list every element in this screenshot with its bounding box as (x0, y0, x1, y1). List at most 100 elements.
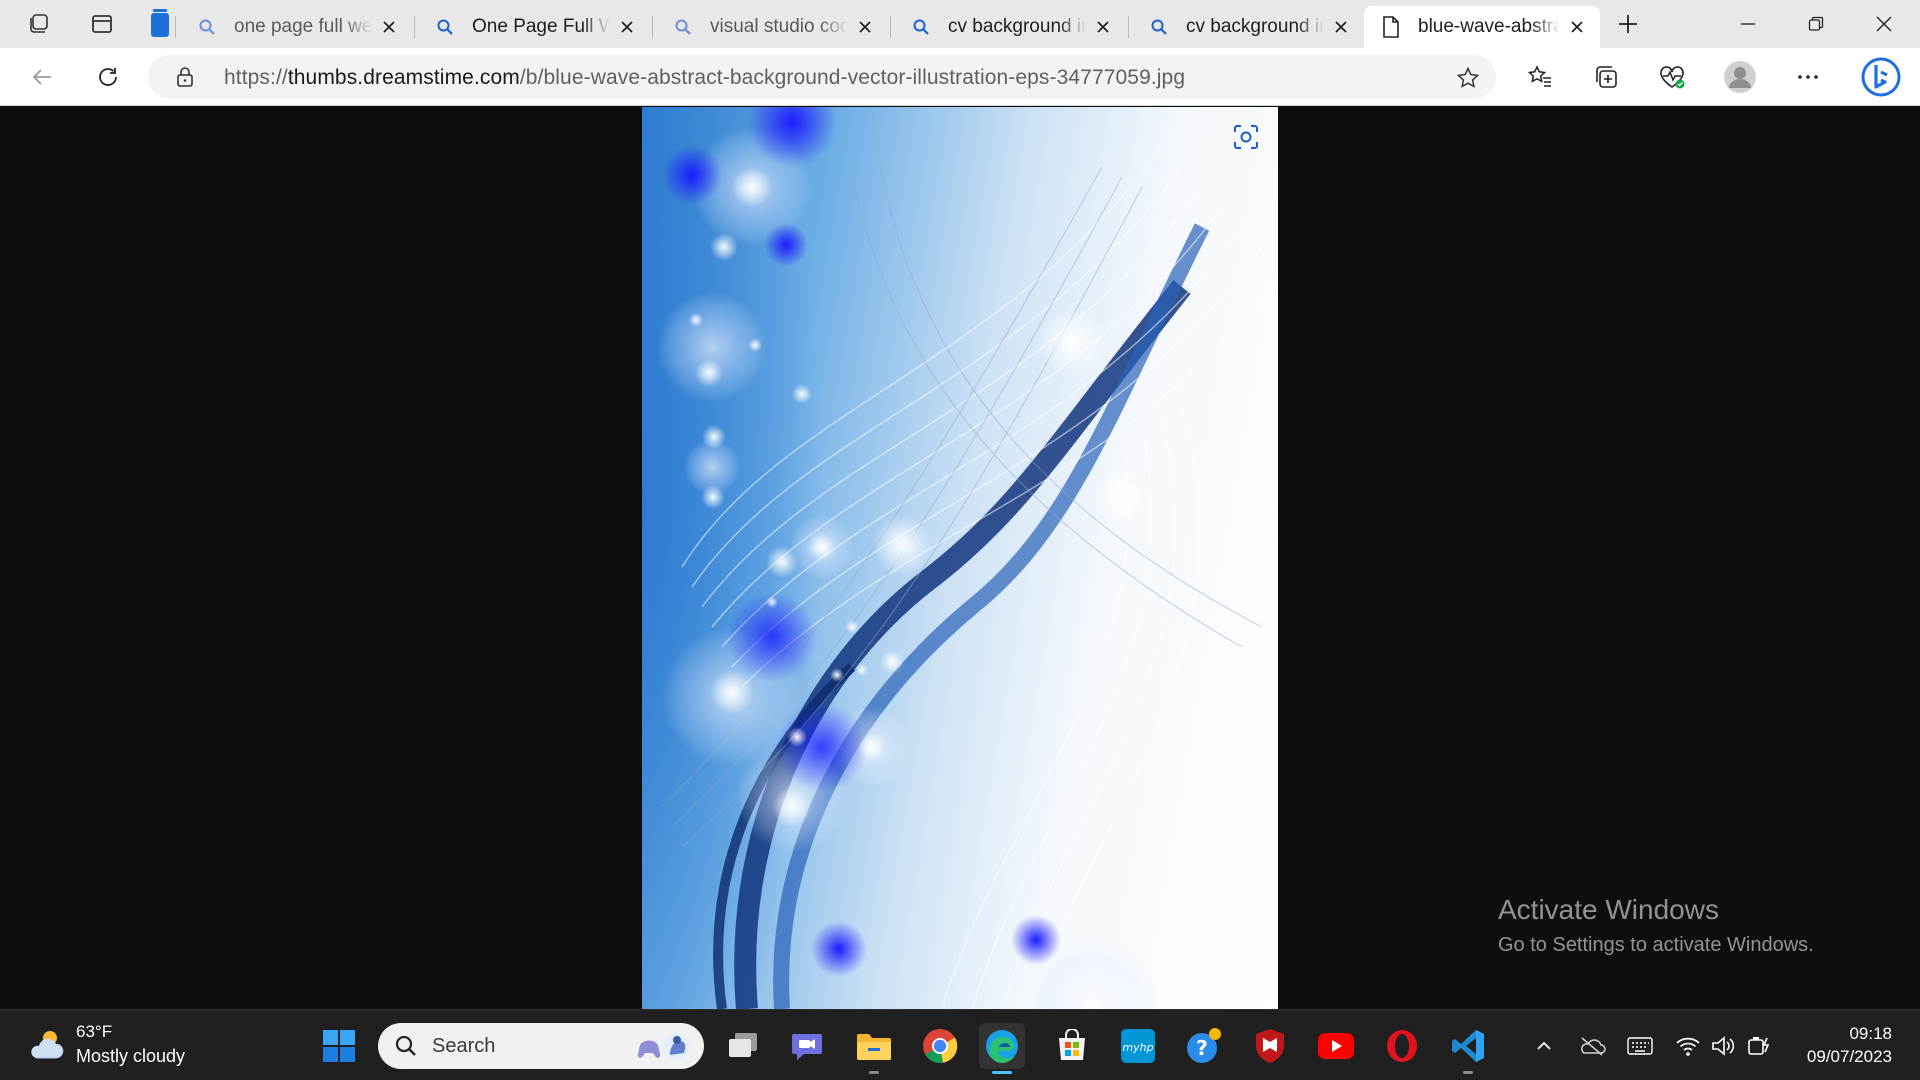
tab-2[interactable]: One Page Full We (418, 6, 650, 48)
workspaces-icon (30, 14, 48, 33)
browser-toolbar: https://thumbs.dreamstime.com/b/blue-wav… (0, 48, 1920, 106)
taskbar-youtube[interactable] (1313, 1023, 1359, 1069)
favorites-button[interactable] (1520, 57, 1560, 97)
favorites-icon (1527, 65, 1551, 87)
vscode-icon (1452, 1030, 1484, 1062)
volume-tray[interactable] (1708, 1030, 1740, 1062)
profile-button[interactable] (1720, 57, 1760, 97)
store-icon (1059, 1029, 1085, 1060)
watermark-subtitle: Go to Settings to activate Windows. (1498, 934, 1814, 956)
page-icon (1383, 16, 1399, 38)
minimize-icon (1741, 23, 1755, 25)
tab-title: visual studio code (710, 16, 848, 37)
search-label: Search (432, 1035, 496, 1057)
search-icon (395, 1035, 416, 1056)
myhp-icon: myhp (1121, 1029, 1155, 1063)
close-tab-button[interactable] (616, 16, 638, 38)
tab-1[interactable]: one page full web (180, 6, 412, 48)
tab-3[interactable]: visual studio code (656, 6, 888, 48)
close-tab-button[interactable] (854, 16, 876, 38)
close-tab-button[interactable] (1092, 16, 1114, 38)
search-highlight-icon (637, 1033, 690, 1061)
wifi-icon (1676, 1037, 1700, 1056)
search-icon (675, 19, 691, 35)
speaker-icon (1712, 1036, 1735, 1056)
close-icon (621, 21, 633, 33)
taskbar-teams-chat[interactable] (784, 1023, 830, 1069)
close-window-button[interactable] (1850, 0, 1918, 48)
more-dots-icon (1798, 75, 1818, 79)
svg-text:?: ? (1196, 1036, 1208, 1060)
lock-icon[interactable] (174, 66, 196, 88)
visual-search-button[interactable] (1230, 121, 1262, 153)
onedrive-tray[interactable] (1576, 1030, 1608, 1062)
back-arrow-icon (32, 69, 51, 85)
activate-windows-watermark: Activate Windows Go to Settings to activ… (1498, 894, 1814, 957)
workspaces-button[interactable] (18, 8, 58, 40)
minimize-button[interactable] (1714, 0, 1782, 48)
new-tab-button[interactable] (1608, 8, 1648, 40)
url-text[interactable]: https://thumbs.dreamstime.com/b/blue-wav… (224, 66, 1185, 90)
back-button[interactable] (22, 57, 62, 97)
collections-button[interactable] (1586, 57, 1626, 97)
clock-date: 09/07/2023 (1806, 1047, 1892, 1066)
browser-essentials-button[interactable] (1652, 57, 1692, 97)
url-scheme: https:// (224, 66, 288, 89)
close-tab-button[interactable] (1566, 16, 1588, 38)
taskbar: 63°F Mostly cloudy Search myhp ? 09:18 0… (0, 1009, 1920, 1080)
tab-title: One Page Full We (472, 16, 610, 37)
page-viewport: Activate Windows Go to Settings to activ… (0, 107, 1920, 1009)
start-button[interactable] (316, 1023, 362, 1069)
taskbar-opera[interactable] (1379, 1023, 1425, 1069)
favorite-star-icon[interactable] (1456, 66, 1480, 90)
close-tab-button[interactable] (378, 16, 400, 38)
close-icon (1571, 21, 1583, 33)
touch-keyboard-tray[interactable] (1624, 1030, 1656, 1062)
pinned-app-icon (151, 9, 169, 37)
refresh-icon (99, 68, 117, 86)
taskbar-vscode[interactable] (1445, 1023, 1491, 1074)
chrome-icon (923, 1029, 958, 1063)
clock[interactable]: 09:18 09/07/2023 (1807, 1022, 1892, 1068)
wave-artwork (657, 107, 1278, 1009)
close-icon (1876, 16, 1892, 32)
bing-copilot-button[interactable] (1858, 54, 1904, 100)
battery-tray[interactable] (1744, 1030, 1776, 1062)
tab-5[interactable]: cv background im (1132, 6, 1364, 48)
close-tab-button[interactable] (1330, 16, 1352, 38)
blue-wave-abstract-image (642, 107, 1278, 1009)
weather-widget[interactable]: 63°F Mostly cloudy (26, 1022, 185, 1067)
settings-more-button[interactable] (1788, 57, 1828, 97)
tab-actions-button[interactable] (82, 8, 122, 40)
restore-icon (1808, 16, 1824, 31)
weather-condition: Mostly cloudy (76, 1046, 186, 1066)
chat-icon (792, 1034, 822, 1060)
taskbar-chrome[interactable] (917, 1023, 963, 1069)
cloud-sun-icon (31, 1030, 64, 1058)
taskbar-myhp[interactable]: myhp (1115, 1023, 1161, 1069)
search-icon (1151, 19, 1167, 35)
chevron-up-icon (1537, 1041, 1551, 1050)
show-hidden-icons-button[interactable] (1528, 1030, 1560, 1062)
address-bar[interactable]: https://thumbs.dreamstime.com/b/blue-wav… (148, 55, 1496, 99)
tab-4[interactable]: cv background im (894, 6, 1126, 48)
wifi-tray[interactable] (1672, 1030, 1704, 1062)
refresh-button[interactable] (88, 57, 128, 97)
tab-title: cv background im (948, 16, 1086, 37)
taskbar-microsoft-store[interactable] (1049, 1023, 1095, 1069)
taskbar-mcafee[interactable] (1247, 1023, 1293, 1069)
taskbar-get-help[interactable]: ? (1181, 1023, 1227, 1069)
plus-icon (1619, 15, 1637, 33)
restore-button[interactable] (1782, 0, 1850, 48)
taskbar-search[interactable]: Search (378, 1023, 704, 1069)
pinned-tab[interactable] (140, 8, 180, 40)
bing-icon (1861, 57, 1901, 97)
taskbar-edge[interactable] (979, 1023, 1025, 1074)
tab-6-active[interactable]: blue-wave-abstra (1364, 6, 1600, 48)
taskbar-task-view[interactable] (720, 1023, 766, 1069)
mcafee-shield-icon (1256, 1029, 1284, 1063)
taskbar-file-explorer[interactable] (851, 1023, 897, 1074)
windows-logo-icon (323, 1030, 355, 1062)
opera-icon (1387, 1030, 1417, 1062)
battery-charging-icon (1748, 1037, 1770, 1055)
